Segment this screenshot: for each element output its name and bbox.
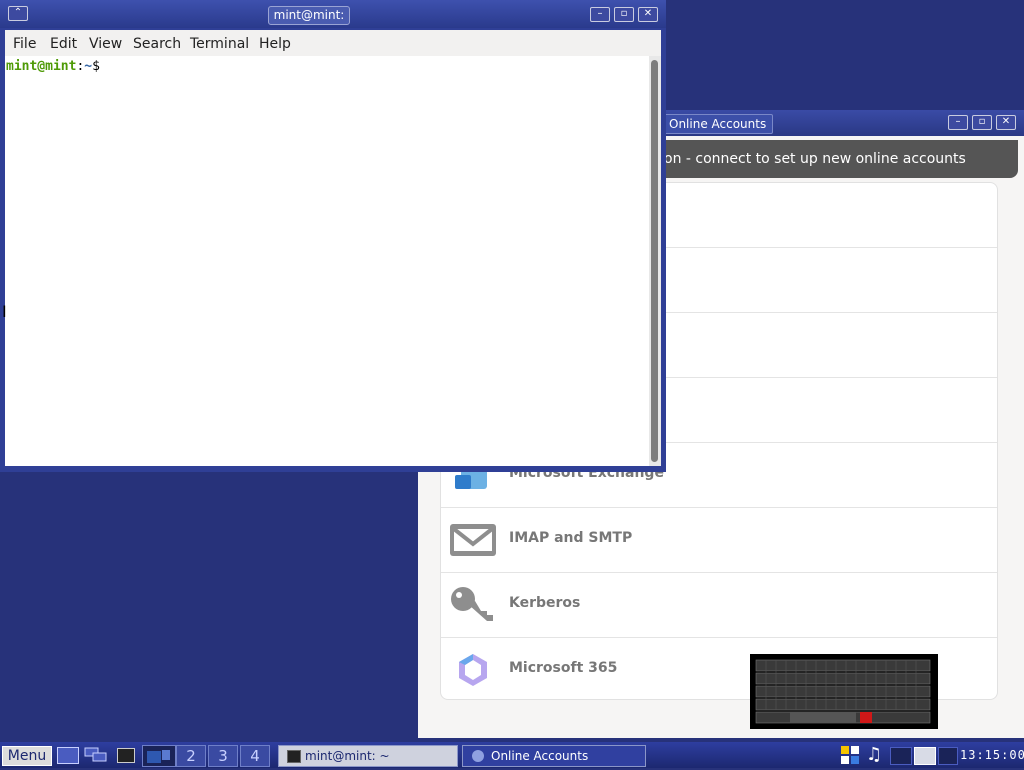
task-label: mint@mint: ~: [305, 749, 390, 763]
minimize-button[interactable]: –: [948, 115, 968, 130]
menu-help[interactable]: Help: [259, 36, 291, 52]
window-menu-button[interactable]: ⌃: [8, 6, 28, 21]
menu-button[interactable]: Menu: [2, 746, 52, 766]
online-accounts-title: Online Accounts: [662, 114, 774, 134]
workspace-1[interactable]: [142, 745, 176, 767]
maximize-icon: ▫: [978, 116, 986, 127]
close-icon: ✕: [643, 8, 653, 19]
menu-view[interactable]: View: [89, 36, 122, 52]
terminal-title: mint@mint: ~: [268, 6, 350, 39]
provider-row-kerberos[interactable]: Kerberos: [441, 573, 997, 638]
microsoft365-icon: [447, 650, 499, 690]
shell-prompt: mint@mint:~$: [6, 59, 100, 74]
provider-label: Kerberos: [509, 595, 581, 611]
online-accounts-icon: [472, 750, 484, 762]
minimize-icon: –: [597, 8, 603, 19]
workspace-3[interactable]: 3: [208, 745, 238, 767]
window-menu-icon: ⌃: [13, 7, 23, 18]
text-cursor-icon: I: [2, 302, 7, 321]
banner-text: on - connect to set up new online accoun…: [664, 151, 966, 167]
volume-icon[interactable]: [938, 747, 958, 765]
minimize-icon: –: [955, 116, 961, 127]
key-icon: [447, 585, 499, 625]
terminal-icon: [287, 750, 301, 763]
keyboard-keys: [755, 659, 931, 724]
provider-label: Microsoft 365: [509, 660, 618, 676]
terminal-titlebar[interactable]: ⌃ mint@mint: ~ – ▫ ✕: [0, 0, 666, 39]
task-terminal[interactable]: mint@mint: ~: [278, 745, 458, 767]
close-button[interactable]: ✕: [996, 115, 1016, 130]
onscreen-keyboard[interactable]: [750, 654, 938, 729]
menu-edit[interactable]: Edit: [50, 36, 77, 52]
keyboard-layout-icon[interactable]: [840, 745, 862, 765]
terminal-menubar: File Edit View Search Terminal Help: [5, 30, 661, 56]
provider-row-imap[interactable]: IMAP and SMTP: [441, 508, 997, 573]
mail-icon: [447, 520, 499, 560]
terminal-window: ⌃ mint@mint: ~ – ▫ ✕ File Edit View Sear…: [0, 0, 666, 472]
minimize-button[interactable]: –: [590, 7, 610, 22]
scrollbar-thumb[interactable]: [651, 60, 658, 462]
close-button[interactable]: ✕: [638, 7, 658, 22]
provider-label: IMAP and SMTP: [509, 530, 633, 546]
maximize-button[interactable]: ▫: [972, 115, 992, 130]
terminal-output[interactable]: mint@mint:~$: [5, 56, 649, 466]
taskbar: Menu 2 3 4 mint@mint: ~ Online Accounts …: [0, 742, 1024, 768]
maximize-icon: ▫: [620, 8, 628, 19]
clipboard-icon[interactable]: [914, 747, 936, 765]
maximize-button[interactable]: ▫: [614, 7, 634, 22]
clock[interactable]: 13:15:00: [960, 748, 1024, 762]
music-icon[interactable]: ♫: [866, 745, 886, 765]
prompt-user: mint@mint: [6, 59, 77, 74]
task-label: Online Accounts: [491, 749, 589, 763]
workspace-2[interactable]: 2: [176, 745, 206, 767]
terminal-scrollbar[interactable]: [649, 56, 661, 466]
menu-search[interactable]: Search: [133, 36, 181, 52]
menu-file[interactable]: File: [13, 36, 36, 52]
window-switcher-icon[interactable]: [84, 747, 108, 762]
menu-terminal[interactable]: Terminal: [190, 36, 249, 52]
network-icon[interactable]: [890, 747, 912, 765]
workspace-4[interactable]: 4: [240, 745, 270, 767]
task-online-accounts[interactable]: Online Accounts: [462, 745, 646, 767]
prompt-symbol: $: [92, 59, 100, 74]
close-icon: ✕: [1001, 116, 1011, 127]
terminal-launcher-icon[interactable]: [117, 748, 135, 763]
show-desktop-icon[interactable]: [57, 747, 79, 764]
prompt-path: ~: [84, 59, 93, 74]
